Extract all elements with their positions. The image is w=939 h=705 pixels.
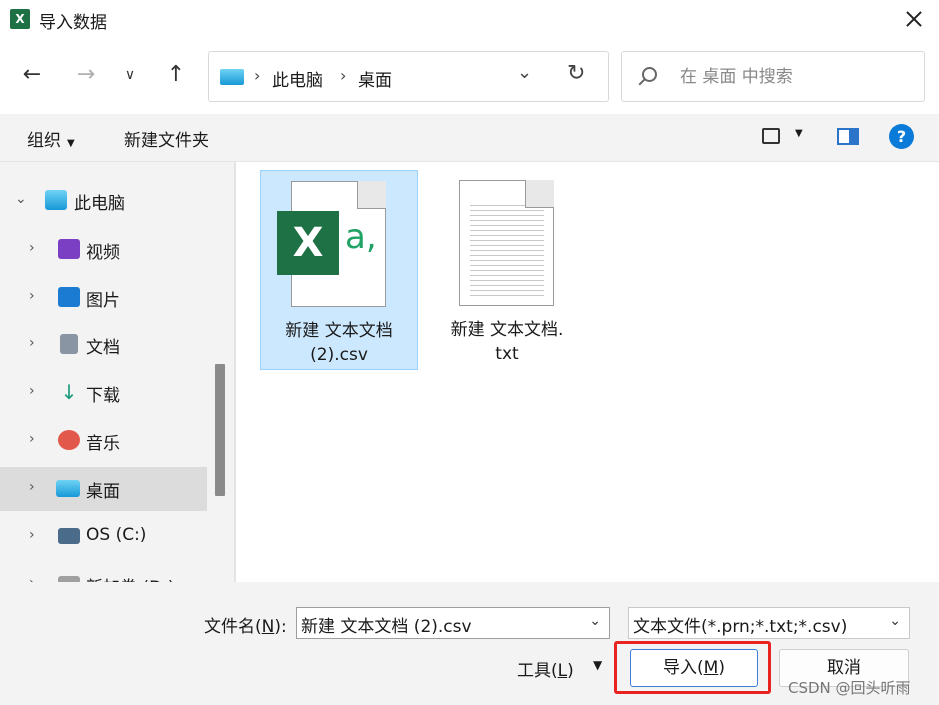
help-icon[interactable]: ? — [889, 124, 914, 149]
chevron-right-icon[interactable]: › — [29, 575, 35, 582]
file-item-txt[interactable]: 新建 文本文档. txt — [429, 170, 587, 370]
watermark: CSDN @回头听雨 — [788, 679, 911, 697]
view-options-icon[interactable] — [762, 128, 780, 144]
command-toolbar: 组织 ▼ 新建文件夹 ▼ ? — [0, 114, 939, 162]
sidebar-item-documents[interactable]: › 文档 — [0, 323, 207, 367]
desktop-icon — [220, 69, 244, 85]
organize-menu[interactable]: 组织 ▼ — [27, 126, 75, 151]
chevron-down-icon[interactable]: ⌄ — [889, 613, 901, 629]
preview-pane-icon[interactable] — [837, 128, 859, 145]
sidebar-item-label: 下载 — [86, 386, 120, 406]
navigation-pane: ⌄ 此电脑 › 视频 › 图片 › 文档 › ↓ 下载 › 音乐 › 桌面 › … — [0, 162, 210, 582]
computer-icon — [45, 190, 67, 210]
document-icon — [60, 334, 78, 354]
tools-menu[interactable]: 工具(L) — [517, 656, 574, 681]
sidebar-item-pictures[interactable]: › 图片 — [0, 276, 207, 320]
window-title: 导入数据 — [39, 13, 107, 33]
chevron-right-icon[interactable]: › — [29, 479, 35, 495]
chevron-right-icon[interactable]: › — [29, 335, 35, 351]
organize-label: 组织 — [27, 131, 61, 151]
navigation-bar: ← → ∨ ↑ › 此电脑 › 桌面 ⌄ ↻ — [0, 38, 939, 114]
file-name: 新建 文本文档 (2).csv — [261, 319, 417, 367]
sidebar-item-label: 新加卷 (D:) — [86, 573, 175, 582]
close-button[interactable] — [899, 4, 929, 34]
sidebar-item-label: 音乐 — [86, 434, 120, 454]
chevron-right-icon[interactable]: › — [29, 288, 35, 304]
recent-locations-button[interactable]: ∨ — [115, 60, 145, 90]
breadcrumb-separator: › — [254, 66, 261, 85]
forward-button[interactable]: → — [71, 60, 101, 90]
sidebar-item-desktop[interactable]: › 桌面 — [0, 467, 207, 511]
file-list: X a, 新建 文本文档 (2).csv 新建 文本文档. txt — [236, 162, 939, 582]
sidebar-item-music[interactable]: › 音乐 — [0, 419, 207, 463]
caret-down-icon[interactable]: ▼ — [795, 128, 803, 139]
sidebar-item-videos[interactable]: › 视频 — [0, 228, 207, 272]
chevron-down-icon[interactable]: ⌄ — [517, 62, 532, 83]
picture-icon — [58, 287, 80, 307]
sidebar-item-drive-d[interactable]: › 新加卷 (D:) — [0, 563, 207, 582]
search-input[interactable] — [680, 62, 910, 92]
filename-label: 文件名(N): — [204, 617, 287, 637]
drive-icon — [58, 528, 80, 544]
chevron-down-icon[interactable]: ⌄ — [589, 613, 601, 629]
video-icon — [58, 239, 80, 259]
filename-field[interactable]: 新建 文本文档 (2).csv ⌄ — [296, 607, 610, 639]
chevron-right-icon[interactable]: › — [29, 240, 35, 256]
sidebar-item-this-pc[interactable]: ⌄ 此电脑 — [0, 179, 207, 223]
file-name-line2: txt — [495, 344, 519, 364]
chevron-right-icon[interactable]: › — [29, 383, 35, 399]
sidebar-item-label: 图片 — [86, 291, 120, 311]
desktop-icon — [56, 480, 80, 497]
file-name-line1: 新建 文本文档 — [285, 321, 393, 341]
file-type-select[interactable]: 文本文件(*.prn;*.txt;*.csv) ⌄ — [628, 607, 910, 639]
caret-down-icon[interactable]: ▼ — [593, 658, 602, 672]
search-box[interactable] — [621, 51, 925, 102]
chevron-right-icon[interactable]: › — [29, 431, 35, 447]
sidebar-item-label: 此电脑 — [74, 194, 125, 214]
file-name-line2: (2).csv — [310, 345, 368, 365]
file-name-line1: 新建 文本文档. — [450, 320, 564, 340]
breadcrumb-this-pc[interactable]: 此电脑 — [272, 66, 323, 91]
sidebar-item-drive-c[interactable]: › OS (C:) — [0, 515, 207, 559]
excel-logo-icon: X — [277, 211, 339, 275]
page-fold — [525, 180, 554, 208]
sidebar-item-label: 桌面 — [86, 482, 120, 502]
page-fold — [357, 181, 386, 209]
sidebar-item-label: 文档 — [86, 338, 120, 358]
text-lines — [470, 205, 544, 297]
file-item-csv[interactable]: X a, 新建 文本文档 (2).csv — [260, 170, 418, 370]
excel-app-icon: X — [10, 9, 30, 29]
refresh-icon[interactable]: ↻ — [567, 61, 585, 86]
search-icon — [642, 67, 657, 82]
address-bar[interactable]: › 此电脑 › 桌面 ⌄ ↻ — [208, 51, 609, 102]
chevron-down-icon[interactable]: ⌄ — [15, 191, 27, 207]
file-name: 新建 文本文档. txt — [429, 318, 585, 366]
download-icon: ↓ — [60, 380, 78, 404]
dialog-footer: 文件名(N): 新建 文本文档 (2).csv ⌄ 文本文件(*.prn;*.t… — [0, 582, 939, 705]
up-button[interactable]: ↑ — [161, 60, 191, 90]
back-button[interactable]: ← — [17, 60, 47, 90]
music-icon — [58, 430, 80, 450]
sidebar-item-label: 视频 — [86, 243, 120, 263]
title-bar: X 导入数据 — [0, 0, 939, 38]
sidebar-item-label: OS (C:) — [86, 525, 147, 545]
file-type-value: 文本文件(*.prn;*.txt;*.csv) — [633, 617, 848, 637]
breadcrumb-separator: › — [340, 66, 347, 85]
sidebar-scrollbar[interactable] — [210, 162, 234, 582]
chevron-right-icon[interactable]: › — [29, 527, 35, 543]
new-folder-button[interactable]: 新建文件夹 — [124, 126, 209, 151]
csv-glyph: a, — [345, 217, 377, 257]
import-button[interactable]: 导入(M) — [630, 649, 758, 687]
scrollbar-thumb[interactable] — [215, 364, 225, 496]
sidebar-item-downloads[interactable]: › ↓ 下载 — [0, 371, 207, 415]
filename-value[interactable]: 新建 文本文档 (2).csv — [301, 612, 472, 637]
caret-down-icon: ▼ — [67, 138, 75, 149]
breadcrumb-desktop[interactable]: 桌面 — [358, 66, 392, 91]
